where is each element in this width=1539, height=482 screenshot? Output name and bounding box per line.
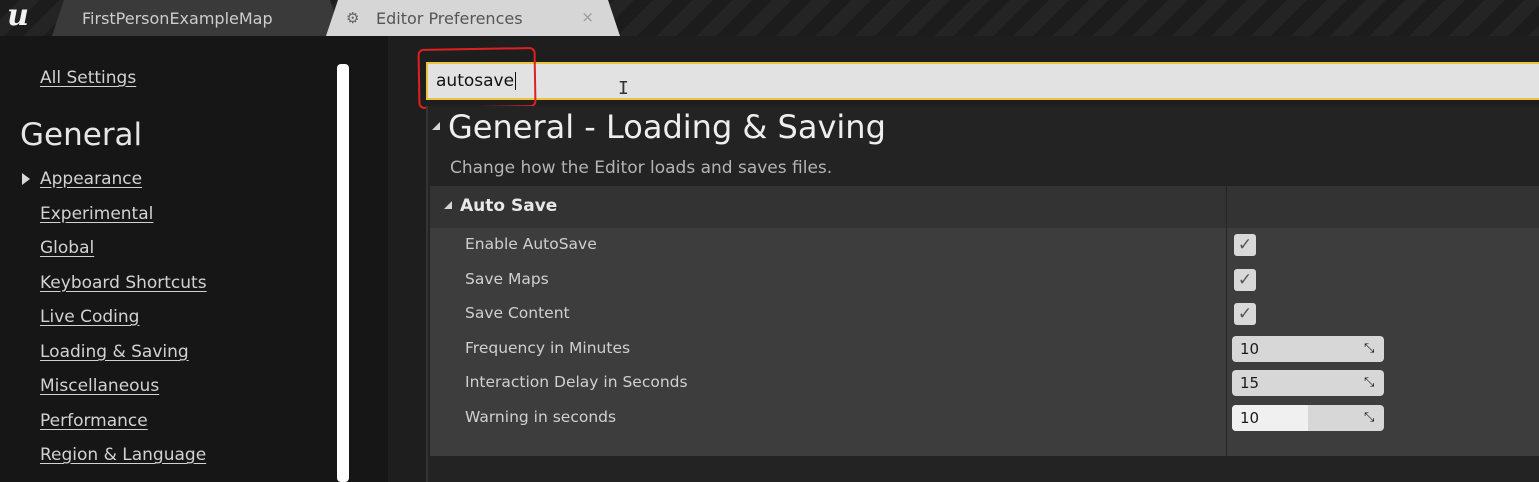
sidebar-item-miscellaneous[interactable]: Miscellaneous <box>40 376 159 396</box>
ibeam-cursor-icon: I <box>618 78 629 99</box>
setting-label: Frequency in Minutes <box>465 338 631 357</box>
setting-label: Save Maps <box>465 269 549 288</box>
checkmark-icon: ✓ <box>1237 269 1253 290</box>
setting-row-interaction-delay: Interaction Delay in Seconds 15 ⤡ <box>430 366 1539 400</box>
settings-sidebar: All Settings General Appearance Experime… <box>0 36 388 482</box>
sidebar-item-keyboard-shortcuts[interactable]: Keyboard Shortcuts <box>40 273 207 293</box>
sidebar-item-experimental[interactable]: Experimental <box>40 204 153 224</box>
gear-icon: ⚙ <box>346 9 360 27</box>
collapse-arrow-icon[interactable] <box>432 122 440 130</box>
panel-footer <box>430 456 1539 482</box>
resize-arrows-icon[interactable]: ⤡ <box>1364 341 1378 357</box>
interaction-delay-field[interactable]: 15 ⤡ <box>1232 370 1384 396</box>
collapse-arrow-icon <box>444 201 452 209</box>
section-title: General - Loading & Saving <box>448 108 886 146</box>
category-label: Auto Save <box>460 196 558 216</box>
setting-row-save-content: Save Content ✓ <box>430 297 1539 331</box>
resize-arrows-icon[interactable]: ⤡ <box>1364 375 1378 391</box>
setting-row-save-maps: Save Maps ✓ <box>430 263 1539 297</box>
setting-label: Enable AutoSave <box>465 235 597 253</box>
warning-seconds-field[interactable]: 10 ⤡ <box>1232 404 1384 431</box>
sidebar-item-live-coding[interactable]: Live Coding <box>40 307 139 327</box>
section-description: Change how the Editor loads and saves fi… <box>450 158 833 178</box>
tab-prefs-label: Editor Preferences <box>376 8 523 28</box>
settings-details: General - Loading & Saving Change how th… <box>426 106 1539 482</box>
frequency-minutes-field[interactable]: 10 ⤡ <box>1232 335 1384 362</box>
setting-row-enable-autosave: Enable AutoSave ✓ <box>430 228 1539 262</box>
sidebar-scrollbar[interactable] <box>337 64 349 482</box>
field-value: 10 <box>1240 408 1260 427</box>
settings-rows: Enable AutoSave ✓ Save Maps ✓ Save Conte… <box>430 228 1539 456</box>
sidebar-heading-general: General <box>20 117 143 153</box>
sidebar-item-performance[interactable]: Performance <box>40 411 148 431</box>
expand-arrow-icon[interactable] <box>22 173 30 185</box>
resize-arrows-icon[interactable]: ⤡ <box>1364 410 1378 426</box>
category-auto-save[interactable]: Auto Save <box>430 186 1539 228</box>
column-divider[interactable] <box>1226 186 1227 456</box>
all-settings-link[interactable]: All Settings <box>40 68 136 88</box>
setting-row-frequency: Frequency in Minutes 10 ⤡ <box>430 332 1539 366</box>
setting-row-warning: Warning in seconds 10 ⤡ <box>430 401 1539 435</box>
field-value: 10 <box>1240 339 1260 358</box>
tab-editor-preferences[interactable]: ⚙ Editor Preferences × <box>326 0 620 36</box>
setting-label: Warning in seconds <box>465 407 617 426</box>
search-input[interactable]: autosave I <box>426 62 1539 100</box>
details-panel: autosave I General - Loading & Saving Ch… <box>388 36 1539 482</box>
field-value: 15 <box>1240 374 1260 392</box>
sidebar-item-global[interactable]: Global <box>40 238 94 258</box>
tab-map-label: FirstPersonExampleMap <box>82 8 273 28</box>
checkmark-icon: ✓ <box>1237 304 1253 324</box>
setting-label: Interaction Delay in Seconds <box>465 373 688 391</box>
close-icon[interactable]: × <box>581 8 594 26</box>
unreal-logo-icon[interactable]: u <box>2 1 34 32</box>
save-maps-checkbox[interactable]: ✓ <box>1234 268 1256 291</box>
save-content-checkbox[interactable]: ✓ <box>1234 303 1256 325</box>
checkmark-icon: ✓ <box>1237 235 1253 255</box>
sidebar-item-loading-saving[interactable]: Loading & Saving <box>40 342 189 362</box>
sidebar-item-appearance[interactable]: Appearance <box>40 169 142 189</box>
setting-label: Save Content <box>465 304 570 322</box>
enable-autosave-checkbox[interactable]: ✓ <box>1234 234 1256 256</box>
annotation-circle <box>417 46 537 110</box>
sidebar-item-region-language[interactable]: Region & Language <box>40 445 206 465</box>
tab-map[interactable]: FirstPersonExampleMap <box>52 0 342 36</box>
tab-bar: u FirstPersonExampleMap ⚙ Editor Prefere… <box>0 0 1539 36</box>
